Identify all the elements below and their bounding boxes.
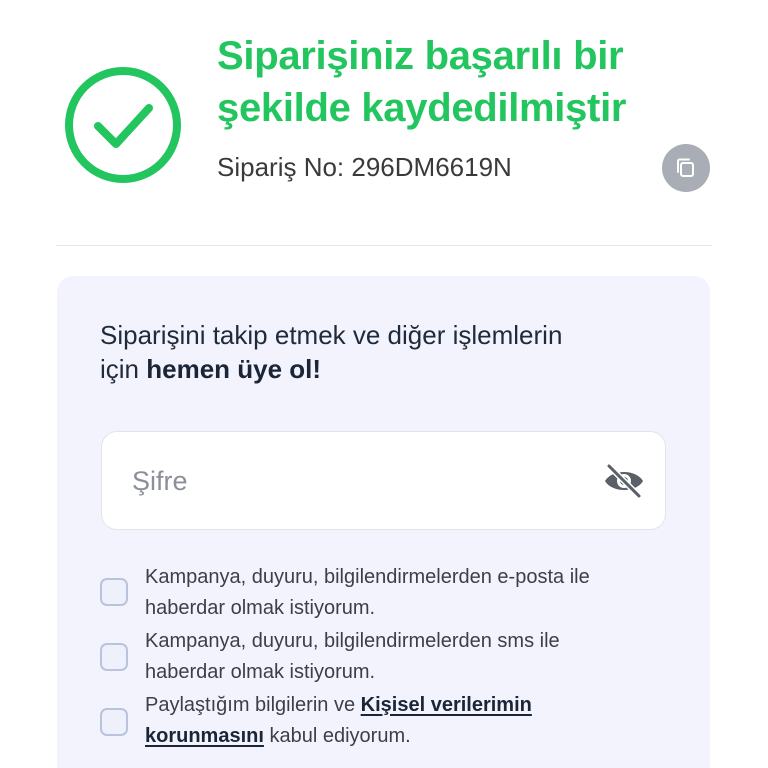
kvkk-link-line-1: Kişisel verilerimin (360, 694, 532, 716)
section-divider (56, 245, 712, 246)
consent-kvkk-checkbox[interactable] (100, 708, 128, 736)
consent-email-text-line-2: haberdar olmak istiyorum. (145, 597, 376, 619)
consent-sms-label: Kampanya, duyuru, bilgilendirmelerden sm… (145, 626, 685, 688)
order-number: Sipariş No: 296DM6619N (217, 152, 512, 182)
copy-icon (677, 158, 694, 177)
signup-prompt: Siparişini takip etmek ve diğer işlemler… (100, 318, 690, 386)
consent-sms-text-line-1: Kampanya, duyuru, bilgilendirmelerden sm… (145, 630, 560, 652)
consent-email-checkbox[interactable] (100, 578, 128, 606)
success-title: Siparişiniz başarılı bir şekilde kaydedi… (217, 30, 717, 134)
order-confirmation-page: Siparişiniz başarılı bir şekilde kaydedi… (0, 0, 768, 768)
consent-kvkk-text-before: Paylaştığım bilgilerin ve (145, 694, 361, 716)
eye-off-icon[interactable] (602, 461, 646, 501)
kvkk-link-line-2: korunmasını (145, 725, 264, 747)
consent-email-label: Kampanya, duyuru, bilgilendirmelerden e-… (145, 562, 685, 624)
success-title-line-1: Siparişiniz başarılı bir (217, 34, 624, 78)
signup-prompt-line-1: Siparişini takip etmek ve diğer işlemler… (100, 320, 563, 350)
password-field (101, 431, 666, 531)
consent-email-text-line-1: Kampanya, duyuru, bilgilendirmelerden e-… (145, 566, 590, 588)
signup-prompt-line-2: için (100, 354, 147, 384)
consent-sms-text-line-2: haberdar olmak istiyorum. (145, 661, 376, 683)
check-circle-icon (65, 67, 181, 183)
consent-sms-checkbox[interactable] (100, 643, 128, 671)
signup-cta-text: hemen üye ol! (146, 354, 322, 384)
password-input[interactable] (130, 432, 574, 531)
copy-order-number-button[interactable] (662, 144, 710, 192)
consent-kvkk-label: Paylaştığım bilgilerin ve Kişisel verile… (145, 690, 685, 752)
consent-kvkk-text-after: kabul ediyorum. (263, 725, 411, 747)
success-title-line-2: şekilde kaydedilmiştir (217, 86, 627, 130)
